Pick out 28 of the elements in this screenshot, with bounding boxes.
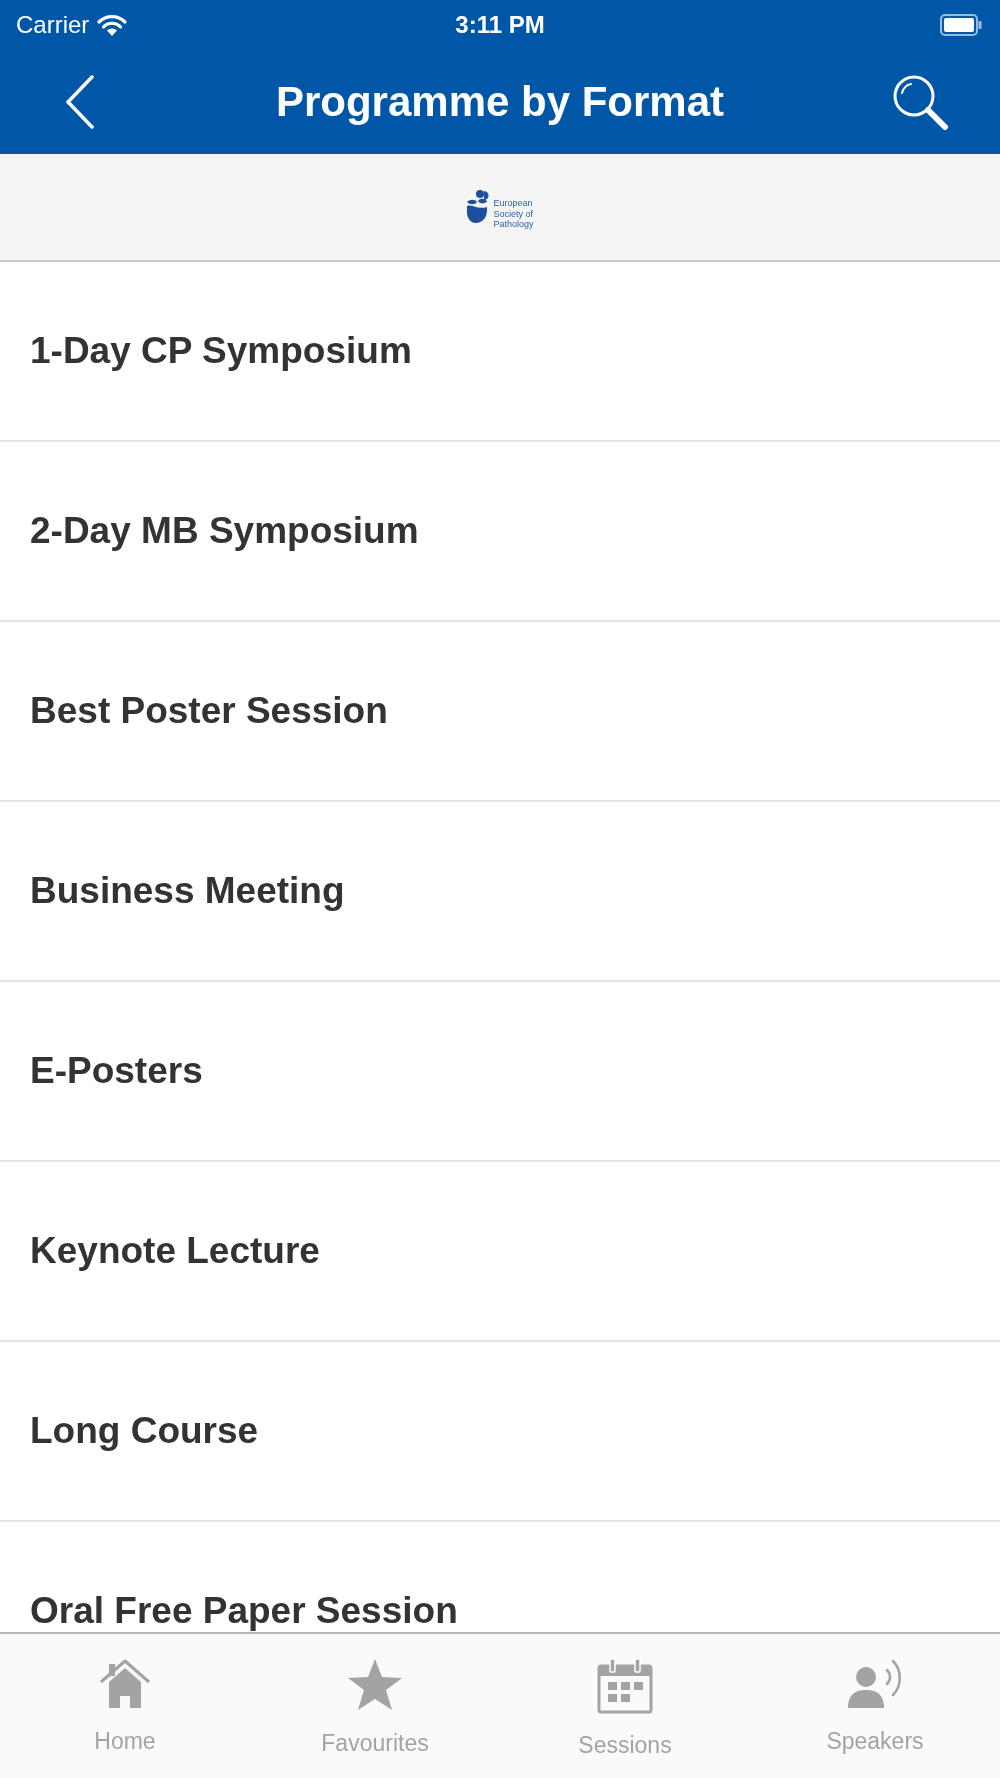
format-label: Long Course	[30, 1410, 259, 1452]
format-list-item[interactable]: 1-Day CP Symposium	[0, 262, 1000, 442]
wifi-icon	[97, 14, 128, 36]
star-icon	[347, 1658, 403, 1712]
speaker-person-icon	[847, 1658, 903, 1710]
format-list-item[interactable]: E-Posters	[0, 982, 1000, 1162]
format-label: 2-Day MB Symposium	[30, 510, 419, 552]
format-label: 1-Day CP Symposium	[30, 330, 412, 372]
format-label: Business Meeting	[30, 870, 345, 912]
format-list-item[interactable]: Business Meeting	[0, 802, 1000, 982]
home-icon	[97, 1658, 153, 1710]
format-label: E-Posters	[30, 1050, 203, 1092]
format-list-item[interactable]: Keynote Lecture	[0, 1162, 1000, 1342]
carrier-label: Carrier	[16, 10, 90, 40]
logo-text: European Society of Pathology	[493, 198, 534, 230]
format-label: Best Poster Session	[30, 690, 388, 732]
search-icon	[891, 73, 949, 131]
logo-icon	[466, 190, 491, 224]
format-label: Oral Free Paper Session	[30, 1590, 458, 1632]
status-time: 3:11 PM	[455, 10, 545, 40]
format-list-item[interactable]: Best Poster Session	[0, 622, 1000, 802]
back-chevron-icon	[65, 75, 95, 129]
format-list-item[interactable]: Long Course	[0, 1342, 1000, 1522]
calendar-icon	[597, 1658, 653, 1714]
page-title: Programme by Format	[274, 81, 726, 123]
format-list-item[interactable]: 2-Day MB Symposium	[0, 442, 1000, 622]
battery-icon	[940, 14, 982, 36]
format-label: Keynote Lecture	[30, 1230, 320, 1272]
